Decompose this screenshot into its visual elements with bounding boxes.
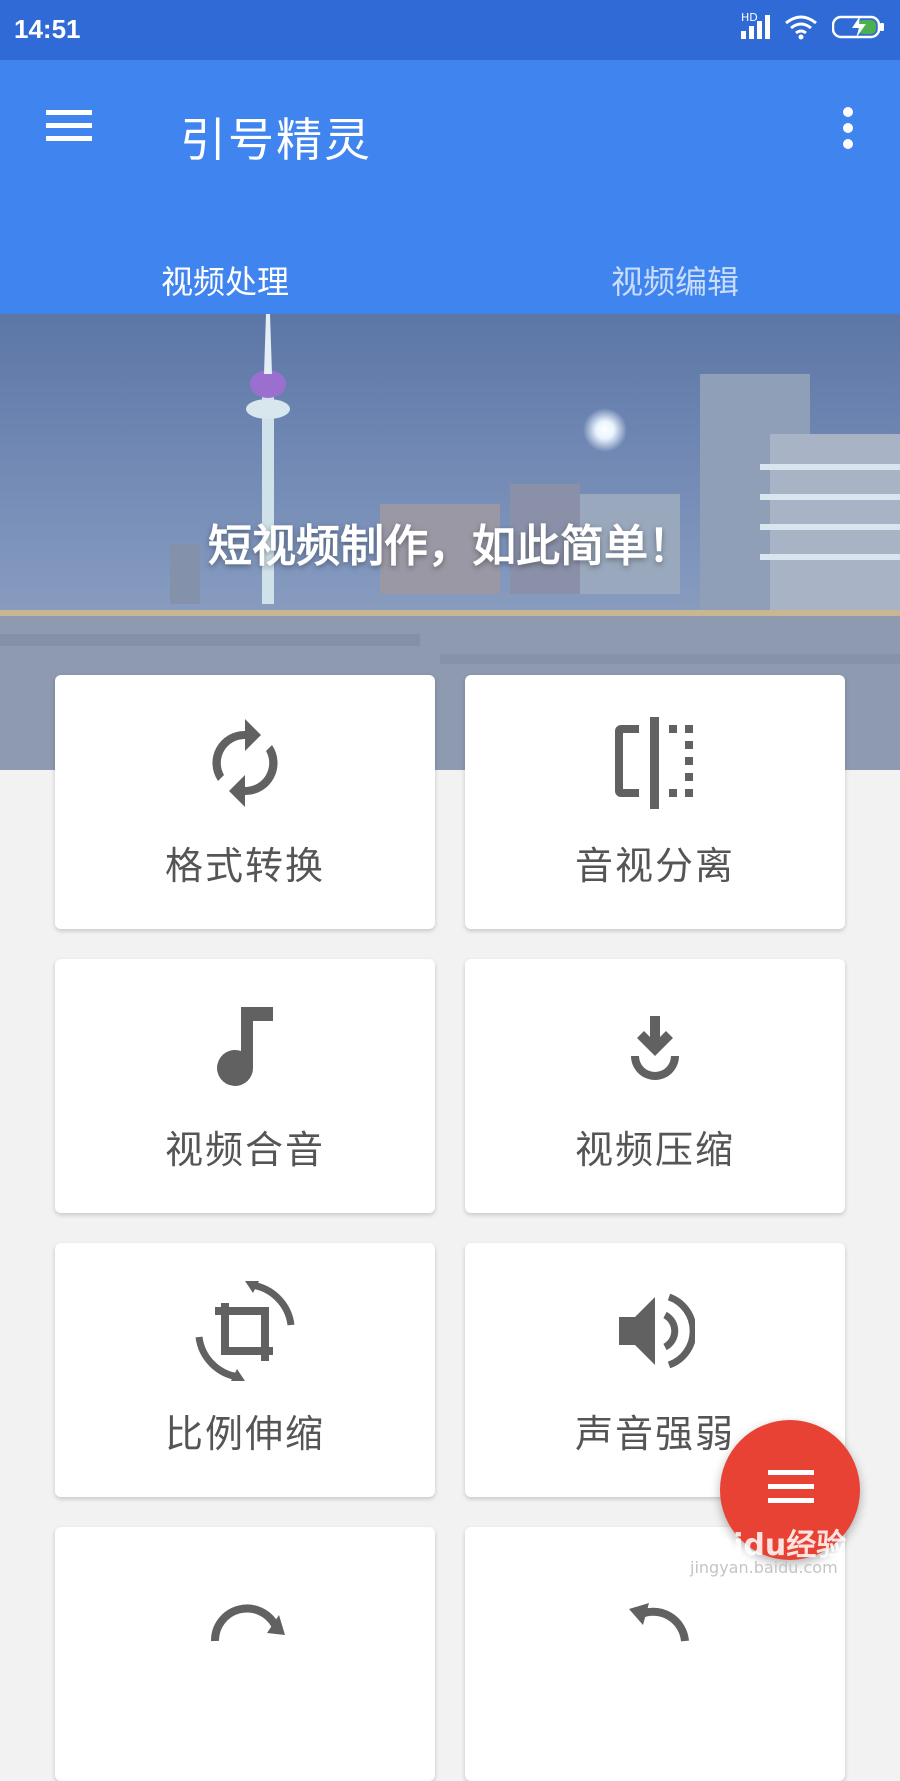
volume-icon	[619, 1293, 695, 1369]
app-bar: 引号精灵 视频处理 视频编辑	[0, 60, 900, 320]
more-vert-icon	[843, 107, 853, 149]
rotate-icon	[210, 1604, 285, 1642]
feature-label: 比例伸缩	[164, 1412, 325, 1456]
battery-charging-icon	[832, 15, 884, 39]
menu-button[interactable]	[36, 100, 100, 152]
app-title: 引号精灵	[180, 113, 372, 167]
tab-label: 视频编辑	[610, 263, 739, 301]
tab-bar: 视频处理 视频编辑	[0, 250, 900, 320]
feature-label: 视频压缩	[574, 1128, 735, 1172]
feature-card-aspect-scale[interactable]: 比例伸缩	[55, 1243, 435, 1497]
feature-card-av-split[interactable]: 音视分离	[465, 675, 845, 929]
tab-label: 视频处理	[160, 263, 289, 301]
more-options-button[interactable]	[826, 100, 870, 156]
watermark-url: jingyan.baidu.com	[690, 1558, 838, 1577]
split-icon	[615, 717, 693, 809]
download-icon	[631, 1016, 679, 1080]
signal-icon: HD	[741, 11, 770, 39]
crop-rotate-icon	[195, 1281, 295, 1381]
network-type-label: HD	[741, 11, 758, 24]
feature-label: 格式转换	[164, 844, 325, 888]
tab-video-processing[interactable]: 视频处理	[0, 250, 450, 320]
tab-video-editing[interactable]: 视频编辑	[450, 250, 900, 314]
wifi-icon	[785, 15, 817, 40]
status-time: 14:51	[14, 14, 81, 44]
hamburger-icon	[46, 110, 92, 141]
feature-card-row4-left[interactable]	[55, 1527, 435, 1781]
music-note-icon	[217, 1007, 273, 1086]
sync-icon	[212, 719, 278, 807]
undo-icon	[629, 1603, 689, 1642]
feature-card-format-convert[interactable]: 格式转换	[55, 675, 435, 929]
status-bar: 14:51 HD	[0, 0, 900, 60]
hero-slogan: 短视频制作，如此简单！	[208, 521, 692, 572]
feature-card-audio-merge[interactable]: 视频合音	[55, 959, 435, 1213]
feature-label: 视频合音	[164, 1128, 325, 1172]
feature-card-video-compress[interactable]: 视频压缩	[465, 959, 845, 1213]
feature-label: 音视分离	[574, 844, 735, 888]
status-icons: HD	[741, 11, 886, 40]
